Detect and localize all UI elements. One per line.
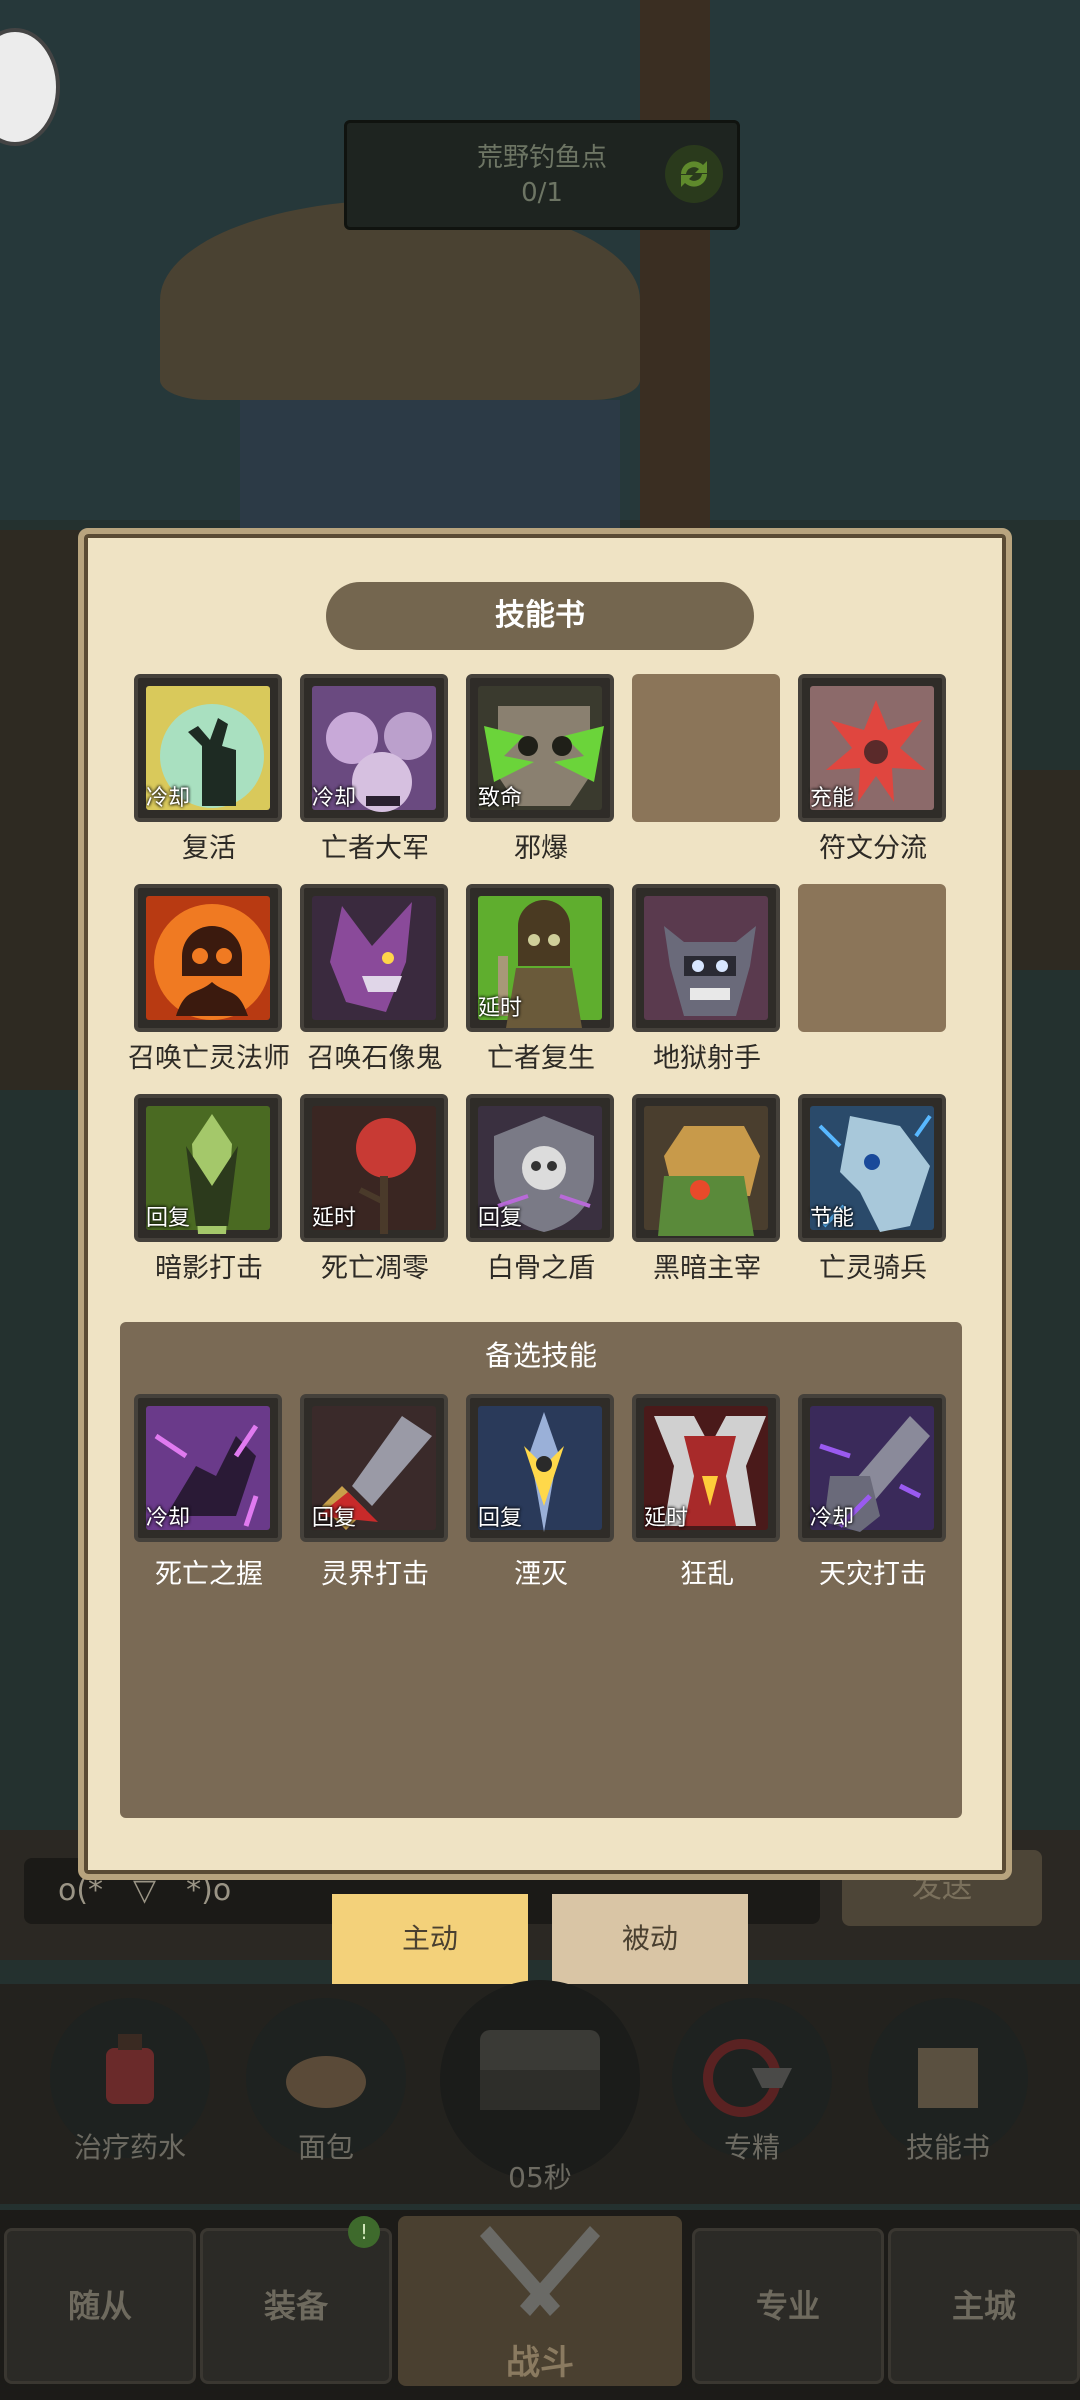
skill-name-summon-gargoyle: 召唤石像鬼: [307, 1043, 443, 1074]
skill-slot-summon-necromancer[interactable]: [134, 884, 282, 1032]
alt-skill-scourge-strike[interactable]: 冷却: [798, 1394, 946, 1542]
chest-timer: 05秒: [508, 2161, 572, 2194]
skill-name-shadow-strike: 暗影打击: [155, 1253, 263, 1284]
alt-skill-name: 灵界打击: [321, 1559, 429, 1590]
nav-main-city[interactable]: 主城: [888, 2228, 1080, 2384]
alternate-skills-title: 备选技能: [484, 1339, 597, 1372]
skill-name-undead-cavalry: 亡灵骑兵: [819, 1253, 927, 1284]
skill-slot-dark-dominion[interactable]: [632, 1094, 780, 1242]
tab-passive-skills[interactable]: 被动: [552, 1894, 748, 1984]
skill-book-label: 技能书: [905, 2131, 990, 2164]
game-scene: 荒野钓鱼点 0/1 o(*￣▽￣*)o 发送 技能书 冷却 复活 冷却 亡者大军…: [0, 0, 1080, 2400]
skill-tag: 回复: [146, 1206, 191, 1231]
panel-title: 技能书: [326, 582, 754, 650]
skill-name-dark-dominion: 黑暗主宰: [653, 1253, 761, 1284]
skill-slot-bone-shield[interactable]: 回复: [466, 1094, 614, 1242]
hut-wall: [240, 400, 620, 530]
skill-slot-hell-archer[interactable]: [632, 884, 780, 1032]
crossed-swords-icon: [480, 2226, 600, 2316]
nav-battle-label: 战斗: [506, 2343, 574, 2383]
healing-potion-label: 治疗药水: [73, 2131, 186, 2164]
skill-slot-undead-cavalry[interactable]: 节能: [798, 1094, 946, 1242]
skill-name-hell-archer: 地狱射手: [653, 1043, 761, 1074]
nav-equipment[interactable]: 装备: [200, 2228, 392, 2384]
skill-name-undead-army: 亡者大军: [321, 833, 429, 864]
straw-roof: [160, 200, 640, 400]
skill-tag: 充能: [810, 786, 855, 811]
notification-badge: !: [348, 2216, 380, 2248]
skill-slot-evil-blast[interactable]: 致命: [466, 674, 614, 822]
skill-slot-revive[interactable]: 冷却: [134, 674, 282, 822]
skill-slot-summon-gargoyle[interactable]: [300, 884, 448, 1032]
skill-tag: 延时: [312, 1206, 357, 1231]
skill-name-bone-shield: 白骨之盾: [487, 1253, 595, 1284]
skill-tag: 冷却: [312, 786, 357, 811]
tab-active-skills[interactable]: 主动: [332, 1894, 528, 1984]
alt-skill-frenzy[interactable]: 延时: [632, 1394, 780, 1542]
empty-skill-slot[interactable]: [798, 884, 946, 1032]
alt-skill-death-grip[interactable]: 冷却: [134, 1394, 282, 1542]
bread-label: 面包: [297, 2131, 354, 2164]
skill-tag: 致命: [478, 786, 523, 811]
skill-tag: 回复: [478, 1506, 523, 1531]
alt-skill-death-strike[interactable]: 回复: [300, 1394, 448, 1542]
skill-name-raise-dead: 亡者复生: [487, 1043, 595, 1074]
nav-profession[interactable]: 专业: [692, 2228, 884, 2384]
skill-slot-undead-army[interactable]: 冷却: [300, 674, 448, 822]
fence-left: [0, 530, 80, 1090]
skill-slot-death-and-decay[interactable]: 延时: [300, 1094, 448, 1242]
alt-skill-name: 湮灭: [514, 1559, 568, 1590]
skill-name-summon-necromancer: 召唤亡灵法师: [128, 1043, 290, 1074]
alt-skill-obliterate[interactable]: 回复: [466, 1394, 614, 1542]
skill-tag: 回复: [312, 1506, 357, 1531]
skill-name-revive: 复活: [182, 833, 236, 864]
skill-tag: 冷却: [810, 1506, 855, 1531]
refresh-icon[interactable]: [665, 145, 723, 203]
fence-right: [1000, 770, 1080, 970]
nav-battle[interactable]: 战斗: [398, 2216, 682, 2386]
skill-name-death-and-decay: 死亡凋零: [321, 1253, 429, 1284]
alt-skill-name: 狂乱: [680, 1559, 734, 1590]
skill-slot-shadow-strike[interactable]: 回复: [134, 1094, 282, 1242]
skill-tag: 延时: [478, 996, 523, 1021]
skill-name-evil-blast: 邪爆: [514, 833, 568, 864]
location-banner[interactable]: 荒野钓鱼点 0/1: [344, 120, 740, 230]
skill-tag: 冷却: [146, 786, 191, 811]
wooden-post: [640, 0, 710, 560]
skill-tag: 节能: [810, 1206, 855, 1231]
empty-skill-slot[interactable]: [632, 674, 780, 822]
alt-skill-name: 死亡之握: [155, 1559, 263, 1590]
specialization-label: 专精: [723, 2131, 780, 2164]
skill-tag: 回复: [478, 1206, 523, 1231]
treasure-chest-button[interactable]: [440, 1980, 640, 2180]
nav-followers[interactable]: 随从: [4, 2228, 196, 2384]
skill-slot-raise-dead[interactable]: 延时: [466, 884, 614, 1032]
skill-slot-rune-tap[interactable]: 充能: [798, 674, 946, 822]
skill-tag: 延时: [644, 1506, 689, 1531]
skill-tag: 冷却: [146, 1506, 191, 1531]
alt-skill-name: 天灾打击: [819, 1559, 927, 1590]
skill-name-rune-tap: 符文分流: [819, 833, 927, 864]
